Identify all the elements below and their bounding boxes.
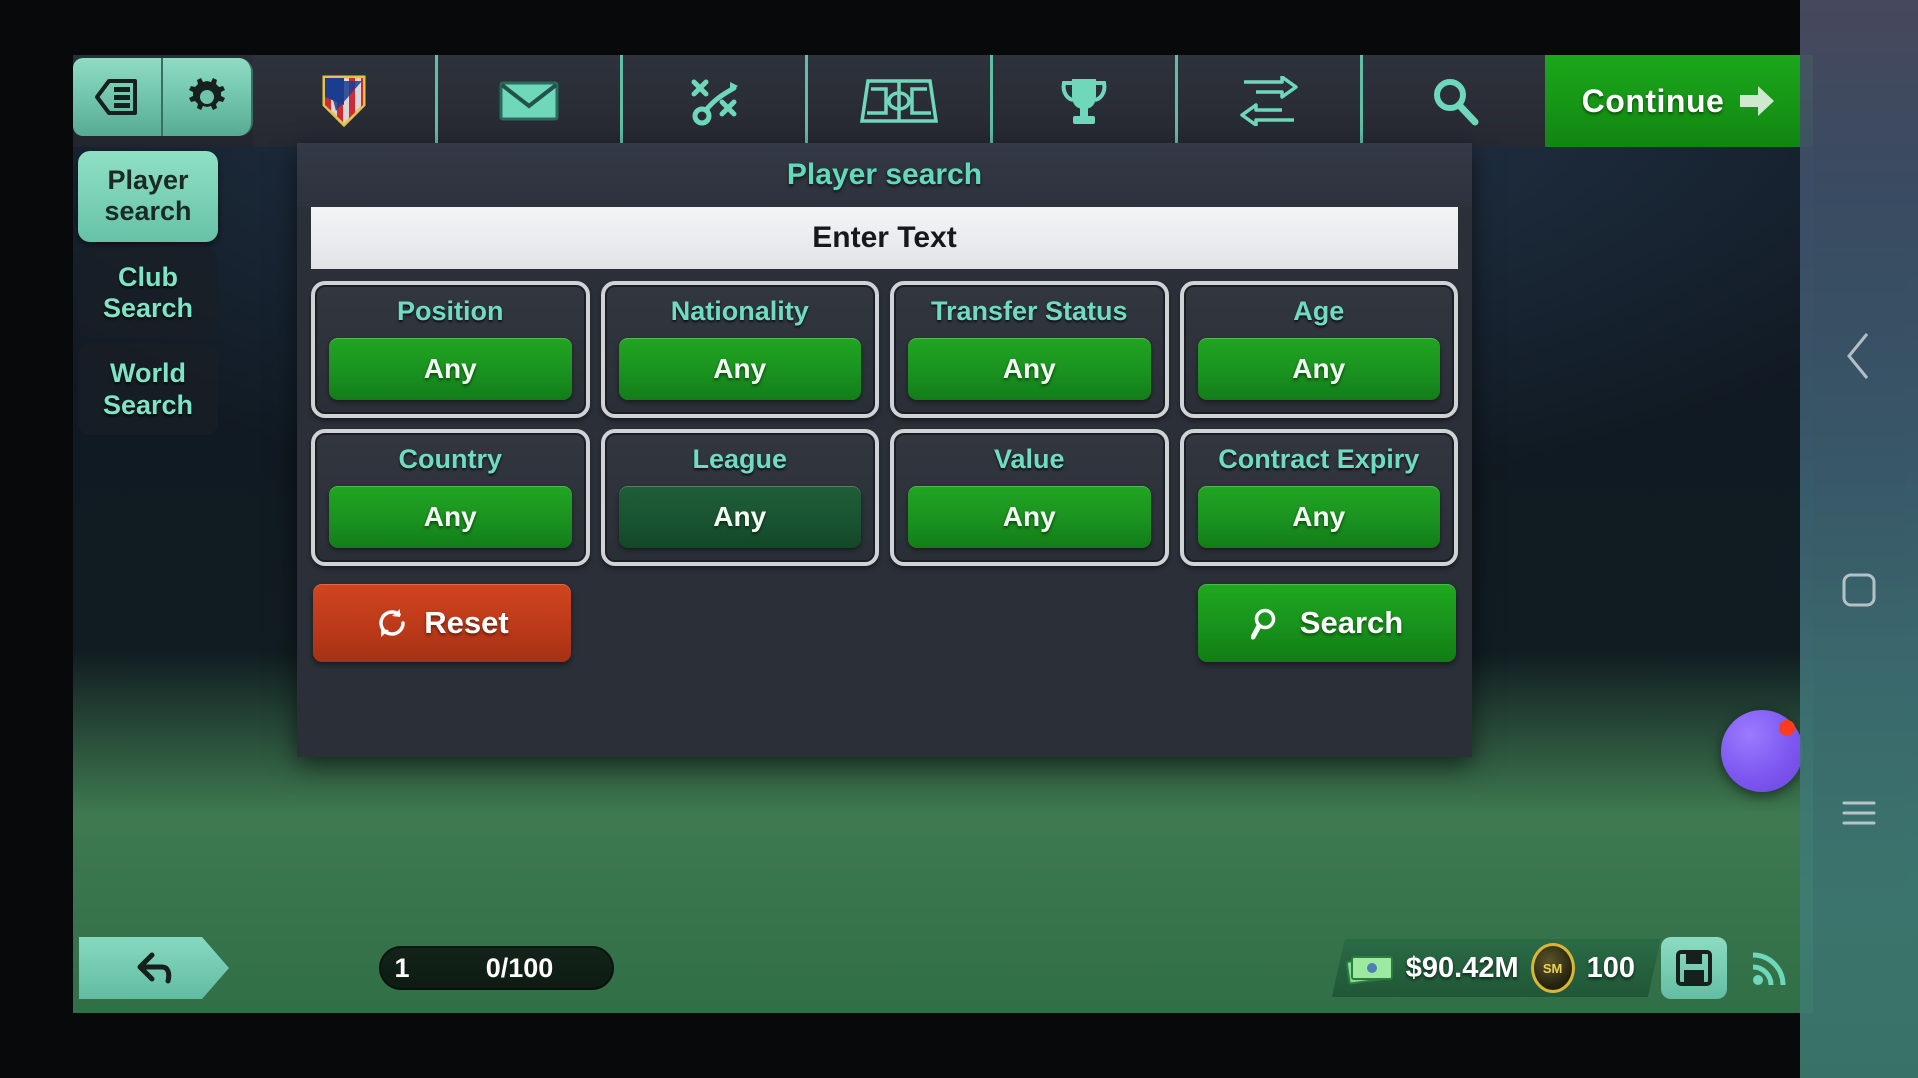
feed-button[interactable] (1737, 937, 1803, 999)
filter-card-league: League Any (600, 429, 879, 566)
chevron-left-icon[interactable] (1841, 330, 1877, 382)
pitch-icon (860, 79, 938, 123)
rss-icon (1752, 952, 1786, 986)
floating-bubble-icon[interactable] (1721, 710, 1803, 792)
filter-value-age[interactable]: Any (1197, 338, 1440, 400)
save-disk-icon (1676, 950, 1712, 986)
save-button[interactable] (1661, 937, 1727, 999)
sidebar-item-label: Club Search (102, 261, 194, 323)
page-count: 0/100 (485, 952, 554, 983)
filter-card-age: Age Any (1179, 281, 1458, 418)
panel-body: Enter Text Position Any Nationality Any … (297, 207, 1472, 676)
back-button[interactable] (79, 937, 229, 999)
settings-button[interactable] (163, 58, 253, 136)
filter-card-transfer-status: Transfer Status Any (890, 281, 1169, 418)
filter-card-country: Country Any (311, 429, 590, 566)
sidebar-item-club-search[interactable]: Club Search (78, 247, 218, 339)
game-viewport: Continue Player search Club Search World… (73, 55, 1813, 1013)
tab-pitch[interactable] (805, 55, 990, 147)
panel-actions: Reset Search (311, 584, 1458, 662)
filter-grid: Position Any Nationality Any Transfer St… (311, 281, 1458, 566)
recents-lines-icon[interactable] (1840, 798, 1878, 828)
sidebar-item-label: Player search (104, 165, 192, 227)
page-number: 1 (394, 952, 410, 983)
search-label: Search (1299, 605, 1404, 640)
sidebar-item-label: World Search (102, 358, 194, 420)
toolbar-tabs (253, 55, 1545, 147)
filter-card-contract-expiry: Contract Expiry Any (1179, 429, 1458, 566)
filter-label: Position (397, 296, 504, 326)
tab-transfers[interactable] (1175, 55, 1360, 147)
android-nav-bar (1800, 0, 1918, 1078)
magnifier-icon (1250, 608, 1276, 640)
refresh-icon (379, 609, 406, 637)
envelope-icon (499, 81, 559, 121)
transfer-arrows-icon (1240, 76, 1298, 126)
back-arrow-icon (137, 952, 172, 984)
resources-bar: $90.42M SM 100 (1331, 939, 1661, 997)
menu-button[interactable] (73, 58, 163, 136)
list-menu-icon (95, 79, 137, 115)
tactics-icon (691, 79, 738, 126)
tab-search[interactable] (1360, 55, 1545, 147)
trophy-icon (1061, 79, 1107, 124)
bottom-bar: 1 0/100 $90.42M SM 100 (73, 923, 1813, 1013)
magnifier-icon (1434, 79, 1479, 126)
toolbar-left-group (73, 55, 253, 147)
filter-label: Nationality (670, 296, 809, 326)
cash-stack-icon (1345, 955, 1393, 985)
tab-club[interactable] (253, 55, 435, 147)
continue-label: Continue (1581, 82, 1725, 119)
filter-label: Transfer Status (930, 296, 1128, 326)
sidebar-rail: Player search Club Search World Search (78, 151, 218, 441)
filter-label: League (692, 444, 788, 474)
filter-value-position[interactable]: Any (329, 338, 572, 400)
tab-tactics[interactable] (620, 55, 805, 147)
filter-value-transfer-status[interactable]: Any (908, 338, 1151, 400)
coin-icon: SM (1530, 943, 1575, 993)
token-amount: 100 (1586, 951, 1635, 984)
arrow-right-icon (1740, 86, 1775, 116)
sidebar-item-player-search[interactable]: Player search (78, 151, 218, 242)
filter-card-position: Position Any (311, 281, 590, 418)
filter-label: Country (398, 444, 503, 474)
search-button[interactable]: Search (1198, 584, 1456, 662)
filter-value-nationality[interactable]: Any (618, 338, 861, 400)
bubble-badge (1779, 720, 1795, 736)
reset-button[interactable]: Reset (313, 584, 571, 662)
filter-value-contract-expiry[interactable]: Any (1197, 486, 1440, 548)
filter-label: Age (1293, 296, 1345, 326)
tab-inbox[interactable] (435, 55, 620, 147)
filter-value-value[interactable]: Any (908, 486, 1151, 548)
panel-title: Player search (297, 143, 1472, 207)
filter-card-value: Value Any (890, 429, 1169, 566)
filter-label: Contract Expiry (1218, 444, 1420, 474)
gear-icon (189, 78, 225, 110)
filter-card-nationality: Nationality Any (600, 281, 879, 418)
search-input-placeholder: Enter Text (812, 221, 957, 254)
club-crest-icon (322, 75, 366, 127)
filter-label: Value (993, 444, 1065, 474)
sidebar-item-world-search[interactable]: World Search (78, 344, 218, 435)
tab-competitions[interactable] (990, 55, 1175, 147)
top-toolbar: Continue (73, 55, 1813, 147)
player-search-panel: Player search Enter Text Position Any Na… (297, 143, 1472, 757)
filter-value-country[interactable]: Any (329, 486, 572, 548)
square-home-icon[interactable] (1840, 571, 1878, 609)
filter-value-league[interactable]: Any (618, 486, 861, 548)
money-amount: $90.42M (1405, 951, 1519, 984)
continue-button[interactable]: Continue (1545, 55, 1813, 147)
search-text-input[interactable]: Enter Text (311, 207, 1458, 269)
reset-label: Reset (424, 605, 509, 640)
screen-root: Continue Player search Club Search World… (0, 0, 1918, 1078)
page-progress[interactable]: 1 0/100 (379, 946, 614, 990)
